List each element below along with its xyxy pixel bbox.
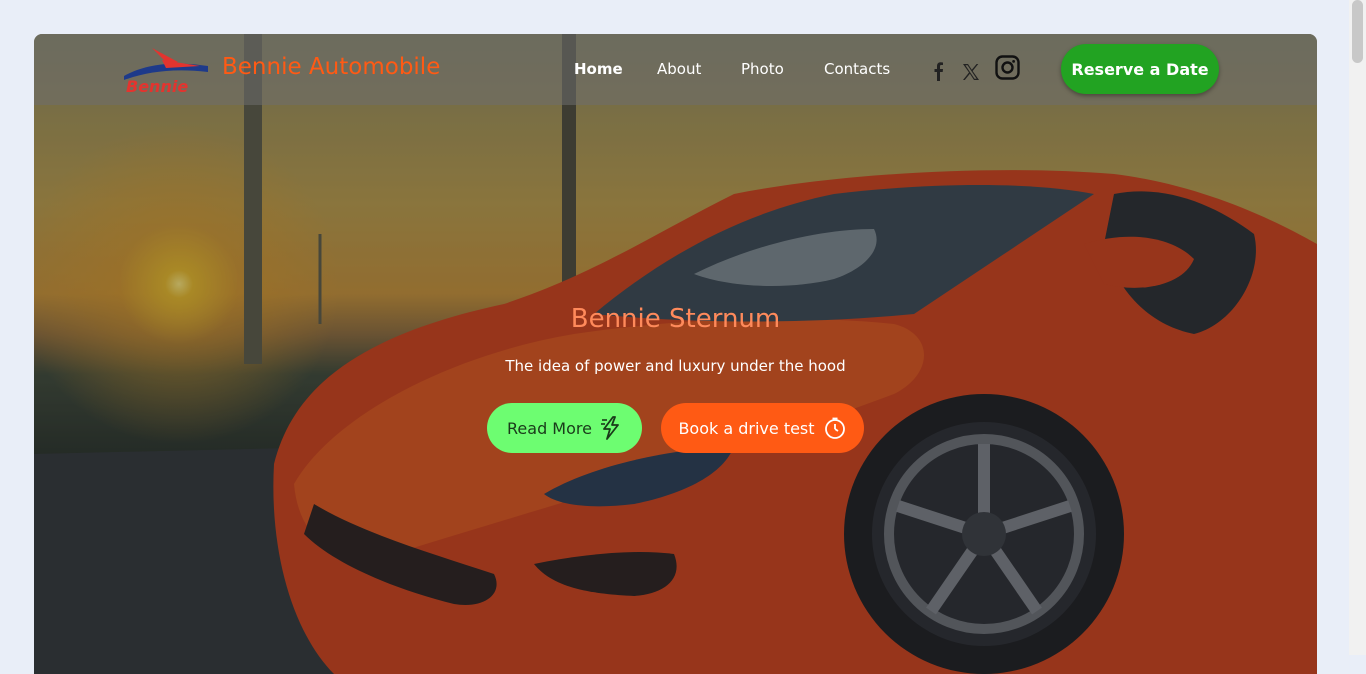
brand-name[interactable]: Bennie Automobile <box>222 54 440 80</box>
nav-item-photo[interactable]: Photo <box>741 60 784 78</box>
bennie-logo-icon[interactable]: Bennie <box>122 46 210 94</box>
svg-text:Bennie: Bennie <box>126 77 188 94</box>
nav-item-about[interactable]: About <box>657 60 701 78</box>
hero-overlay <box>34 34 1317 674</box>
hero-banner: Bennie Bennie Automobile Home About Phot… <box>34 34 1317 674</box>
stopwatch-icon <box>824 417 845 439</box>
page-scrollbar[interactable] <box>1349 0 1366 655</box>
read-more-label: Read More <box>507 418 592 438</box>
top-navbar: Bennie Bennie Automobile Home About Phot… <box>34 34 1317 105</box>
nav-item-home[interactable]: Home <box>574 60 623 78</box>
book-drive-test-button[interactable]: Book a drive test <box>661 403 864 453</box>
hero-title: Bennie Sternum <box>570 304 781 334</box>
x-icon[interactable] <box>962 63 980 81</box>
lightning-icon <box>600 416 619 440</box>
scrollbar-thumb[interactable] <box>1352 0 1363 63</box>
reserve-date-button[interactable]: Reserve a Date <box>1061 44 1219 94</box>
hero-subtitle: The idea of power and luxury under the h… <box>505 357 846 375</box>
instagram-icon[interactable] <box>995 55 1020 80</box>
nav-item-contacts[interactable]: Contacts <box>824 60 890 78</box>
read-more-button[interactable]: Read More <box>487 403 642 453</box>
facebook-icon[interactable] <box>931 62 947 82</box>
book-drive-test-label: Book a drive test <box>678 418 815 438</box>
